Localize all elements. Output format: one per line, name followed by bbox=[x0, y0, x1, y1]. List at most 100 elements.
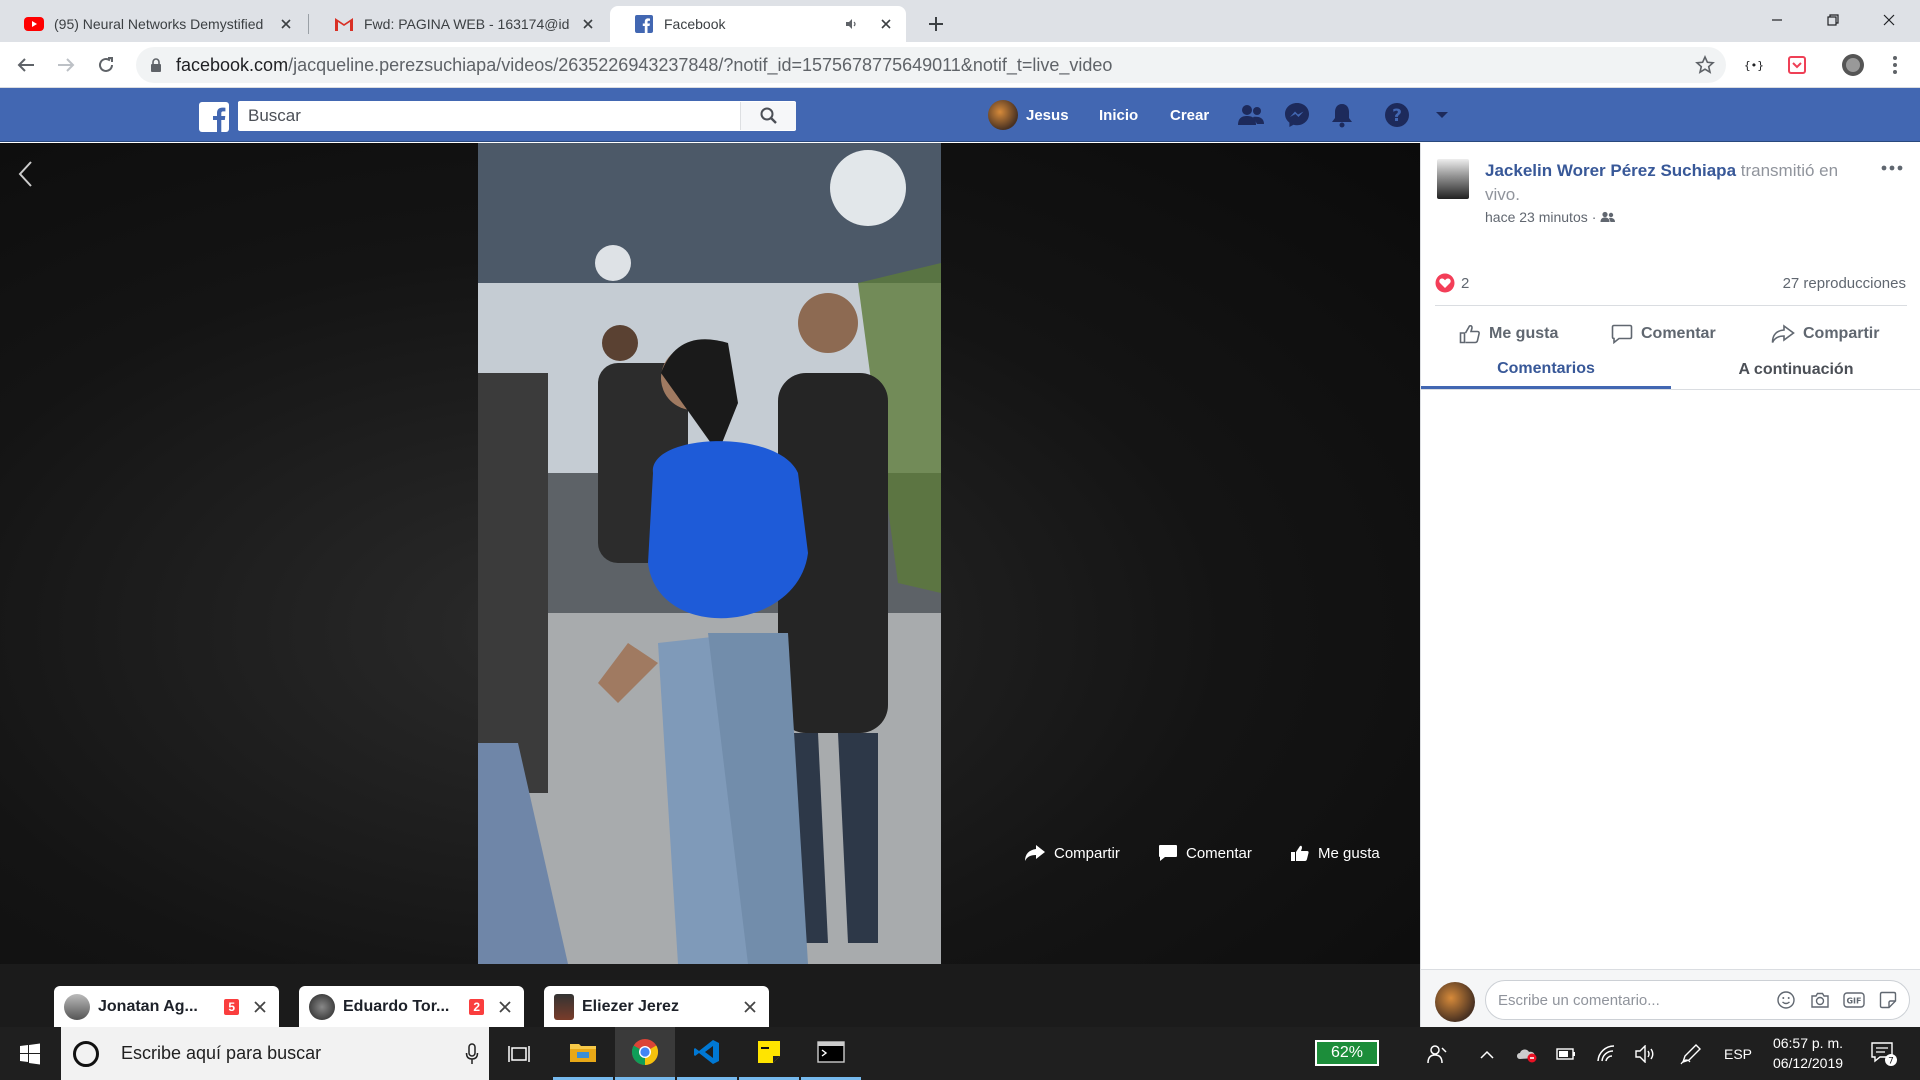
browser-tab-gmail[interactable]: Fwd: PAGINA WEB - 163174@idsm bbox=[310, 6, 608, 42]
close-icon[interactable] bbox=[251, 998, 269, 1016]
camera-icon[interactable] bbox=[1807, 987, 1833, 1013]
search-icon bbox=[760, 107, 777, 124]
taskbar-search-box[interactable]: Escribe aquí para buscar bbox=[61, 1027, 489, 1080]
terminal-icon[interactable] bbox=[801, 1027, 861, 1080]
facebook-header: Jesus Inicio Crear ? bbox=[0, 88, 1920, 142]
restore-button[interactable] bbox=[1806, 0, 1860, 40]
video-share-button[interactable]: Compartir bbox=[1024, 838, 1120, 868]
vscode-icon[interactable] bbox=[677, 1027, 737, 1080]
close-tab-icon[interactable] bbox=[578, 14, 598, 34]
comment-bubble-icon bbox=[1611, 324, 1633, 344]
people-icon[interactable] bbox=[1422, 1027, 1452, 1080]
battery-tray-icon[interactable] bbox=[1552, 1027, 1580, 1080]
close-tab-icon[interactable] bbox=[876, 14, 896, 34]
help-icon[interactable]: ? bbox=[1382, 100, 1412, 130]
comment-input[interactable] bbox=[1498, 991, 1773, 1009]
url-host: facebook.com bbox=[176, 54, 289, 75]
video-like-button[interactable]: Me gusta bbox=[1290, 838, 1380, 868]
post-author-link[interactable]: Jackelin Worer Pérez Suchiapa bbox=[1485, 161, 1736, 180]
post-timestamp[interactable]: hace 23 minutos · bbox=[1485, 209, 1616, 225]
reaction-summary[interactable]: 2 bbox=[1435, 273, 1469, 293]
search-button[interactable] bbox=[740, 102, 796, 130]
minimize-button[interactable] bbox=[1750, 0, 1804, 40]
avatar[interactable] bbox=[1437, 159, 1469, 199]
share-label: Compartir bbox=[1803, 325, 1880, 342]
comment-bubble-icon bbox=[1159, 845, 1177, 861]
close-icon[interactable] bbox=[496, 998, 514, 1016]
nav-home-link[interactable]: Inicio bbox=[1099, 88, 1138, 142]
pocket-extension-icon[interactable] bbox=[1782, 50, 1812, 80]
microphone-icon[interactable] bbox=[465, 1042, 479, 1065]
forward-button[interactable] bbox=[50, 49, 82, 81]
chat-tab[interactable]: Eduardo Tor... 2 bbox=[299, 986, 524, 1027]
tab-up-next[interactable]: A continuación bbox=[1671, 351, 1920, 389]
tab-title: Facebook bbox=[664, 16, 726, 32]
share-arrow-icon bbox=[1771, 324, 1795, 343]
chat-tab[interactable]: Jonatan Ag... 5 bbox=[54, 986, 279, 1027]
facebook-search-input[interactable] bbox=[238, 102, 740, 130]
video-frame bbox=[478, 143, 941, 964]
profile-avatar[interactable] bbox=[1838, 50, 1868, 80]
chat-tab-name: Jonatan Ag... bbox=[98, 997, 198, 1015]
json-viewer-extension-icon[interactable]: {•} bbox=[1740, 50, 1770, 80]
sticker-icon[interactable] bbox=[1875, 987, 1901, 1013]
close-icon[interactable] bbox=[741, 998, 759, 1016]
chat-tab[interactable]: Eliezer Jerez bbox=[544, 986, 769, 1027]
new-tab-button[interactable] bbox=[920, 8, 952, 40]
emoji-icon[interactable] bbox=[1773, 987, 1799, 1013]
action-center-icon[interactable]: 7 bbox=[1864, 1027, 1904, 1080]
friend-requests-icon[interactable] bbox=[1236, 100, 1266, 130]
taskbar-clock[interactable]: 06:57 p. m. 06/12/2019 bbox=[1768, 1033, 1848, 1073]
tab-comments[interactable]: Comentarios bbox=[1421, 351, 1671, 389]
unread-badge: 5 bbox=[224, 998, 239, 1015]
chrome-icon[interactable] bbox=[615, 1027, 675, 1080]
reload-button[interactable] bbox=[90, 49, 122, 81]
share-button[interactable]: Compartir bbox=[1771, 317, 1879, 351]
tab-title: Fwd: PAGINA WEB - 163174@idsm bbox=[364, 16, 570, 32]
speaker-icon[interactable] bbox=[842, 14, 862, 34]
account-dropdown-icon[interactable] bbox=[1427, 100, 1457, 130]
facebook-logo-icon[interactable] bbox=[199, 102, 229, 132]
browser-tab-youtube[interactable]: (95) Neural Networks Demystified bbox=[0, 6, 306, 42]
gif-icon[interactable]: GIF bbox=[1841, 987, 1867, 1013]
messenger-icon[interactable] bbox=[1282, 100, 1312, 130]
file-explorer-icon[interactable] bbox=[553, 1027, 613, 1080]
notifications-bell-icon[interactable] bbox=[1327, 100, 1357, 130]
nav-create-link[interactable]: Crear bbox=[1170, 88, 1209, 142]
video-share-label: Compartir bbox=[1054, 844, 1120, 862]
battery-indicator[interactable]: 62% bbox=[1315, 1040, 1379, 1066]
windows-taskbar: Escribe aquí para buscar 62% ESP 06:57 p… bbox=[0, 1027, 1920, 1080]
view-count: 27 reproducciones bbox=[1782, 275, 1906, 292]
video-comment-button[interactable]: Comentar bbox=[1158, 838, 1252, 868]
close-window-button[interactable] bbox=[1862, 0, 1916, 40]
menu-kebab-icon[interactable] bbox=[1880, 50, 1910, 80]
browser-tab-facebook[interactable]: Facebook bbox=[610, 6, 906, 42]
address-bar[interactable]: facebook.com/jacqueline.perezsuchiapa/vi… bbox=[136, 47, 1726, 83]
start-windows-icon[interactable] bbox=[0, 1027, 60, 1080]
back-button[interactable] bbox=[10, 49, 42, 81]
clock-time: 06:57 p. m. bbox=[1772, 1035, 1844, 1051]
previous-arrow-icon[interactable] bbox=[10, 157, 40, 191]
volume-icon[interactable] bbox=[1632, 1027, 1660, 1080]
show-hidden-icons-chevron-icon[interactable] bbox=[1473, 1027, 1501, 1080]
bookmark-star-icon[interactable] bbox=[1690, 50, 1720, 80]
love-reaction-icon bbox=[1435, 273, 1455, 293]
svg-text:?: ? bbox=[1392, 106, 1402, 126]
post-header: Jackelin Worer Pérez Suchiapa transmitió… bbox=[1485, 159, 1865, 207]
more-options-icon[interactable] bbox=[1881, 165, 1903, 171]
wifi-icon[interactable] bbox=[1592, 1027, 1620, 1080]
video-player[interactable] bbox=[0, 143, 1420, 1027]
input-language-indicator[interactable]: ESP bbox=[1720, 1027, 1756, 1080]
chat-tab-name: Eduardo Tor... bbox=[343, 997, 450, 1015]
sticky-notes-icon[interactable] bbox=[739, 1027, 799, 1080]
close-tab-icon[interactable] bbox=[276, 14, 296, 34]
thumbs-up-icon bbox=[1291, 845, 1309, 861]
like-button[interactable]: Me gusta bbox=[1459, 317, 1558, 351]
task-view-icon[interactable] bbox=[489, 1027, 549, 1080]
tab-separator bbox=[308, 14, 309, 34]
onedrive-icon[interactable] bbox=[1512, 1027, 1542, 1080]
facebook-icon bbox=[634, 14, 654, 34]
pen-workspace-icon[interactable] bbox=[1676, 1027, 1706, 1080]
profile-link[interactable]: Jesus bbox=[988, 88, 1069, 142]
comment-button[interactable]: Comentar bbox=[1611, 317, 1716, 351]
